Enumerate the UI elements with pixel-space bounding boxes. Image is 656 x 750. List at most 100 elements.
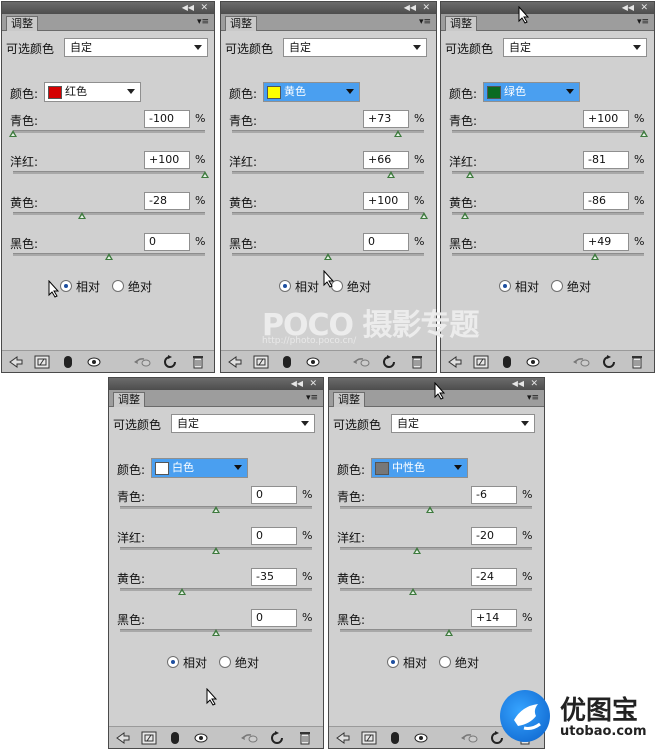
collapse-icon[interactable]: ◀◀	[622, 2, 634, 14]
slider-track[interactable]	[452, 253, 644, 256]
collapse-icon[interactable]: ◀◀	[182, 2, 194, 14]
clip-to-layer-icon[interactable]	[253, 355, 269, 369]
slider-value-input[interactable]: +100	[583, 110, 629, 128]
close-icon[interactable]: ✕	[309, 378, 317, 390]
eye-icon[interactable]	[525, 355, 541, 369]
slider-value-input[interactable]: +14	[471, 609, 517, 627]
slider-value-input[interactable]: -24	[471, 568, 517, 586]
tab-adjustments[interactable]: 调整	[113, 392, 145, 407]
color-select[interactable]: 白色	[151, 458, 248, 478]
mask-icon[interactable]	[60, 355, 76, 369]
slider-thumb[interactable]	[324, 253, 332, 260]
back-arrow-icon[interactable]	[447, 355, 463, 369]
panel-menu-icon[interactable]: ▾≡	[306, 392, 318, 404]
slider-thumb[interactable]	[461, 212, 470, 219]
mask-icon[interactable]	[499, 355, 515, 369]
radio-button[interactable]	[219, 656, 231, 668]
back-arrow-icon[interactable]	[227, 355, 243, 369]
slider-value-input[interactable]: 0	[144, 233, 190, 251]
clip-to-layer-icon[interactable]	[141, 731, 157, 745]
slider-value-input[interactable]: -35	[251, 568, 297, 586]
preset-select[interactable]: 自定	[391, 414, 535, 433]
slider-track[interactable]	[13, 212, 205, 215]
tab-adjustments[interactable]: 调整	[445, 16, 477, 31]
collapse-icon[interactable]: ◀◀	[291, 378, 303, 390]
slider-track[interactable]	[13, 130, 205, 133]
back-arrow-icon[interactable]	[8, 355, 24, 369]
clip-to-layer-icon[interactable]	[473, 355, 489, 369]
slider-value-input[interactable]: 0	[251, 486, 297, 504]
eye-icon[interactable]	[305, 355, 321, 369]
slider-track[interactable]	[452, 212, 644, 215]
mask-icon[interactable]	[387, 731, 403, 745]
slider-value-input[interactable]: +100	[363, 192, 409, 210]
view-previous-icon[interactable]	[132, 355, 151, 369]
collapse-icon[interactable]: ◀◀	[404, 2, 416, 14]
preset-select[interactable]: 自定	[283, 38, 427, 57]
reset-icon[interactable]	[381, 355, 397, 369]
slider-thumb[interactable]	[420, 212, 428, 219]
view-previous-icon[interactable]	[571, 355, 590, 369]
slider-thumb[interactable]	[178, 588, 187, 595]
preset-select[interactable]: 自定	[171, 414, 315, 433]
eye-icon[interactable]	[193, 731, 209, 745]
slider-value-input[interactable]: +100	[144, 151, 190, 169]
trash-icon[interactable]	[297, 731, 313, 745]
slider-thumb[interactable]	[640, 130, 648, 137]
slider-value-input[interactable]: 0	[251, 527, 297, 545]
panel-titlebar[interactable]: ◀◀ ✕	[109, 378, 323, 390]
reset-icon[interactable]	[601, 355, 617, 369]
slider-thumb[interactable]	[394, 130, 403, 137]
radio-button[interactable]	[279, 280, 291, 292]
slider-thumb[interactable]	[426, 506, 435, 513]
close-icon[interactable]: ✕	[422, 2, 430, 14]
clip-to-layer-icon[interactable]	[34, 355, 50, 369]
radio-button[interactable]	[387, 656, 399, 668]
preset-select[interactable]: 自定	[64, 38, 208, 57]
slider-value-input[interactable]: 0	[363, 233, 409, 251]
back-arrow-icon[interactable]	[115, 731, 131, 745]
color-select[interactable]: 绿色	[483, 82, 580, 102]
close-icon[interactable]: ✕	[200, 2, 208, 14]
slider-thumb[interactable]	[412, 547, 421, 554]
slider-value-input[interactable]: -100	[144, 110, 190, 128]
slider-thumb[interactable]	[105, 253, 113, 260]
radio-button[interactable]	[167, 656, 179, 668]
slider-thumb[interactable]	[212, 506, 220, 513]
radio-button[interactable]	[439, 656, 451, 668]
color-select[interactable]: 黄色	[263, 82, 360, 102]
slider-thumb[interactable]	[408, 588, 417, 595]
panel-menu-icon[interactable]: ▾≡	[197, 16, 209, 28]
radio-button[interactable]	[499, 280, 511, 292]
view-previous-icon[interactable]	[459, 731, 478, 745]
slider-thumb[interactable]	[201, 171, 209, 178]
slider-value-input[interactable]: +73	[363, 110, 409, 128]
reset-icon[interactable]	[162, 355, 178, 369]
mask-icon[interactable]	[279, 355, 295, 369]
view-previous-icon[interactable]	[239, 731, 258, 745]
tab-adjustments[interactable]: 调整	[333, 392, 365, 407]
preset-select[interactable]: 自定	[503, 38, 647, 57]
collapse-icon[interactable]: ◀◀	[512, 378, 524, 390]
slider-track[interactable]	[452, 130, 644, 133]
close-icon[interactable]: ✕	[640, 2, 648, 14]
slider-track[interactable]	[452, 171, 644, 174]
trash-icon[interactable]	[190, 355, 206, 369]
panel-menu-icon[interactable]: ▾≡	[419, 16, 431, 28]
panel-titlebar[interactable]: ◀◀ ✕	[221, 2, 436, 14]
slider-thumb[interactable]	[466, 171, 475, 178]
slider-value-input[interactable]: -6	[471, 486, 517, 504]
slider-track[interactable]	[340, 506, 532, 509]
eye-icon[interactable]	[413, 731, 429, 745]
mask-icon[interactable]	[167, 731, 183, 745]
slider-thumb[interactable]	[212, 547, 220, 554]
slider-thumb[interactable]	[591, 253, 600, 260]
trash-icon[interactable]	[629, 355, 645, 369]
slider-track[interactable]	[120, 588, 312, 591]
slider-value-input[interactable]: +66	[363, 151, 409, 169]
slider-thumb[interactable]	[445, 629, 454, 636]
slider-track[interactable]	[13, 171, 205, 174]
reset-icon[interactable]	[269, 731, 285, 745]
slider-value-input[interactable]: -86	[583, 192, 629, 210]
slider-value-input[interactable]: +49	[583, 233, 629, 251]
